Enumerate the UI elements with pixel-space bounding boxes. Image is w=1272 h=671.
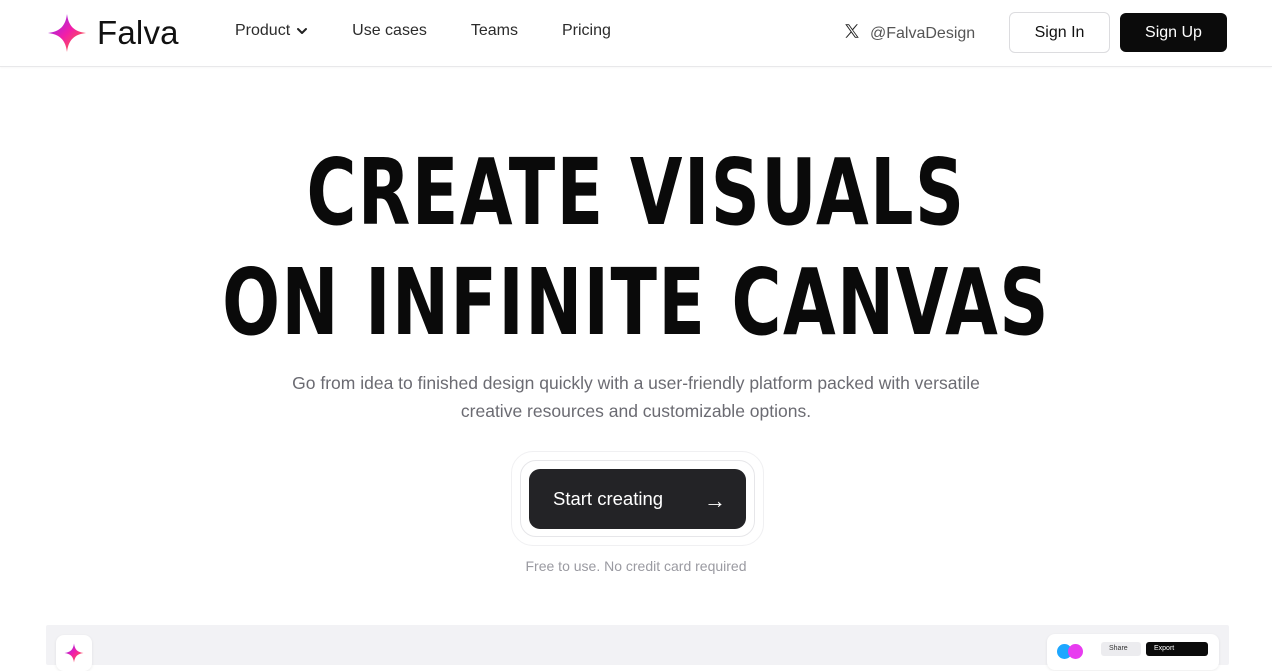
preview-toolbar: Share Export xyxy=(1047,634,1219,670)
preview-share-button: Share xyxy=(1101,642,1141,656)
collaborator-avatars xyxy=(1057,644,1087,659)
arrow-right-icon: → xyxy=(704,488,726,513)
brand-name: Falva xyxy=(97,14,179,51)
four-point-star-icon xyxy=(47,13,87,53)
twitter-handle: @FalvaDesign xyxy=(870,24,976,42)
app-preview: Share Export xyxy=(46,625,1229,671)
brand-logo[interactable]: Falva xyxy=(47,13,179,53)
twitter-link[interactable]: @FalvaDesign xyxy=(843,22,975,45)
sign-in-button[interactable]: Sign In xyxy=(1009,12,1110,53)
nav-item-label: Teams xyxy=(470,22,518,39)
main-nav: Product Use cases Teams Pricing xyxy=(235,22,655,40)
preview-logo xyxy=(56,635,92,671)
site-header: Falva Product Use cases Teams Pricing @F… xyxy=(0,0,1272,67)
nav-item-teams[interactable]: Teams xyxy=(471,22,518,40)
nav-item-label: Product xyxy=(235,22,291,39)
hero-title-line-1: CREATE VISUALS xyxy=(306,139,966,246)
chevron-down-icon xyxy=(296,25,308,37)
nav-item-label: Pricing xyxy=(561,22,611,39)
x-logo-icon xyxy=(843,22,870,45)
nav-item-label: Use cases xyxy=(352,22,427,39)
hero-subtitle: Go from idea to finished design quickly … xyxy=(292,373,980,421)
four-point-star-icon xyxy=(64,643,84,668)
nav-item-product[interactable]: Product xyxy=(235,22,308,40)
nav-item-use-cases[interactable]: Use cases xyxy=(352,22,427,40)
cta-note: Free to use. No credit card required xyxy=(525,558,747,574)
nav-item-pricing[interactable]: Pricing xyxy=(562,22,611,40)
start-creating-button[interactable]: Start creating → xyxy=(529,469,746,529)
sign-up-button[interactable]: Sign Up xyxy=(1120,13,1227,52)
preview-export-button: Export xyxy=(1146,642,1208,656)
cta-label: Start creating xyxy=(553,488,664,509)
hero-title-line-2: ON INFINITE CANVAS xyxy=(222,249,1050,356)
hero-title: CREATE VISUALS ON INFINITE CANVAS xyxy=(165,138,1106,358)
